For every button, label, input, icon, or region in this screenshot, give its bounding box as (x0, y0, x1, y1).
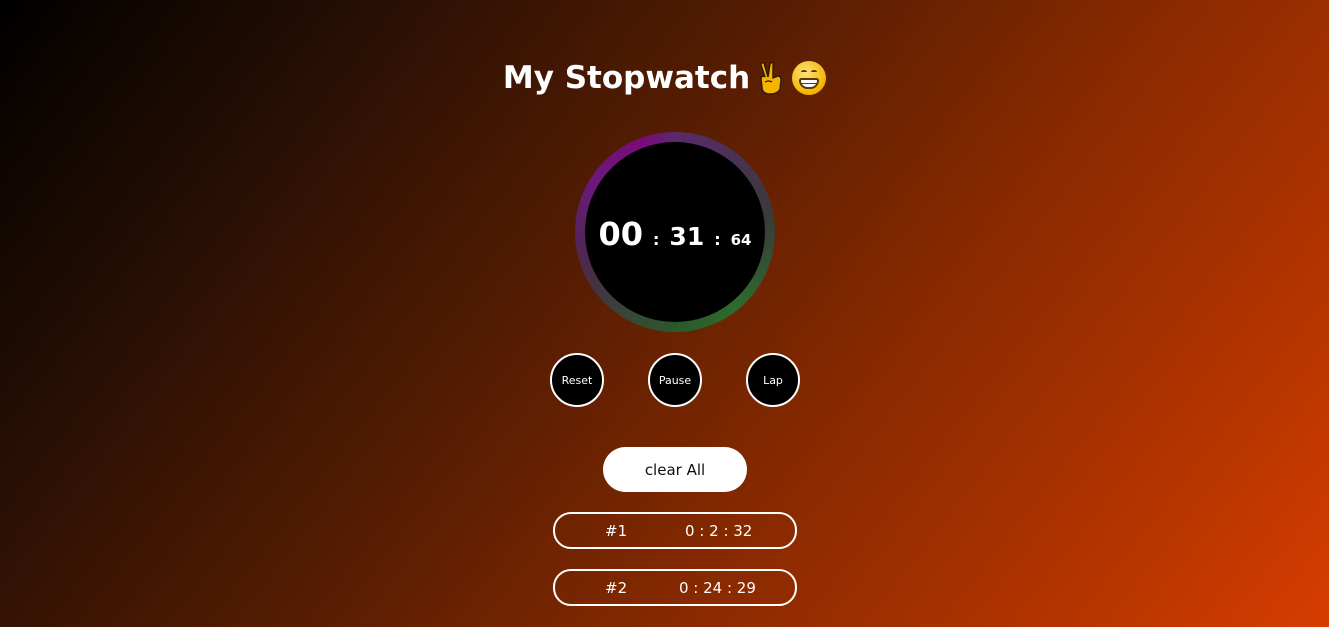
minutes-value: 00 (598, 215, 644, 253)
time-separator: : (653, 230, 660, 249)
clear-all-button[interactable]: clear All (603, 447, 747, 492)
grinning-face-icon (792, 61, 827, 95)
lap-item: #1 0 : 2 : 32 (553, 512, 797, 549)
stopwatch-display: 00 : 31 : 64 (575, 215, 775, 253)
page-title-text: My Stopwatch (502, 60, 751, 96)
lap-number: #1 (605, 522, 628, 540)
victory-hand-icon (756, 61, 786, 95)
seconds-value: 31 (669, 222, 705, 251)
lap-number: #2 (605, 579, 628, 597)
page-title: My Stopwatch (0, 60, 1329, 96)
time-separator: : (714, 230, 721, 249)
lap-time: 0 : 2 : 32 (685, 522, 753, 540)
lap-button[interactable]: Lap (746, 353, 800, 407)
pause-button[interactable]: Pause (648, 353, 702, 407)
lap-item: #2 0 : 24 : 29 (553, 569, 797, 606)
lap-time: 0 : 24 : 29 (679, 579, 756, 597)
milliseconds-value: 64 (730, 231, 752, 249)
reset-button[interactable]: Reset (550, 353, 604, 407)
